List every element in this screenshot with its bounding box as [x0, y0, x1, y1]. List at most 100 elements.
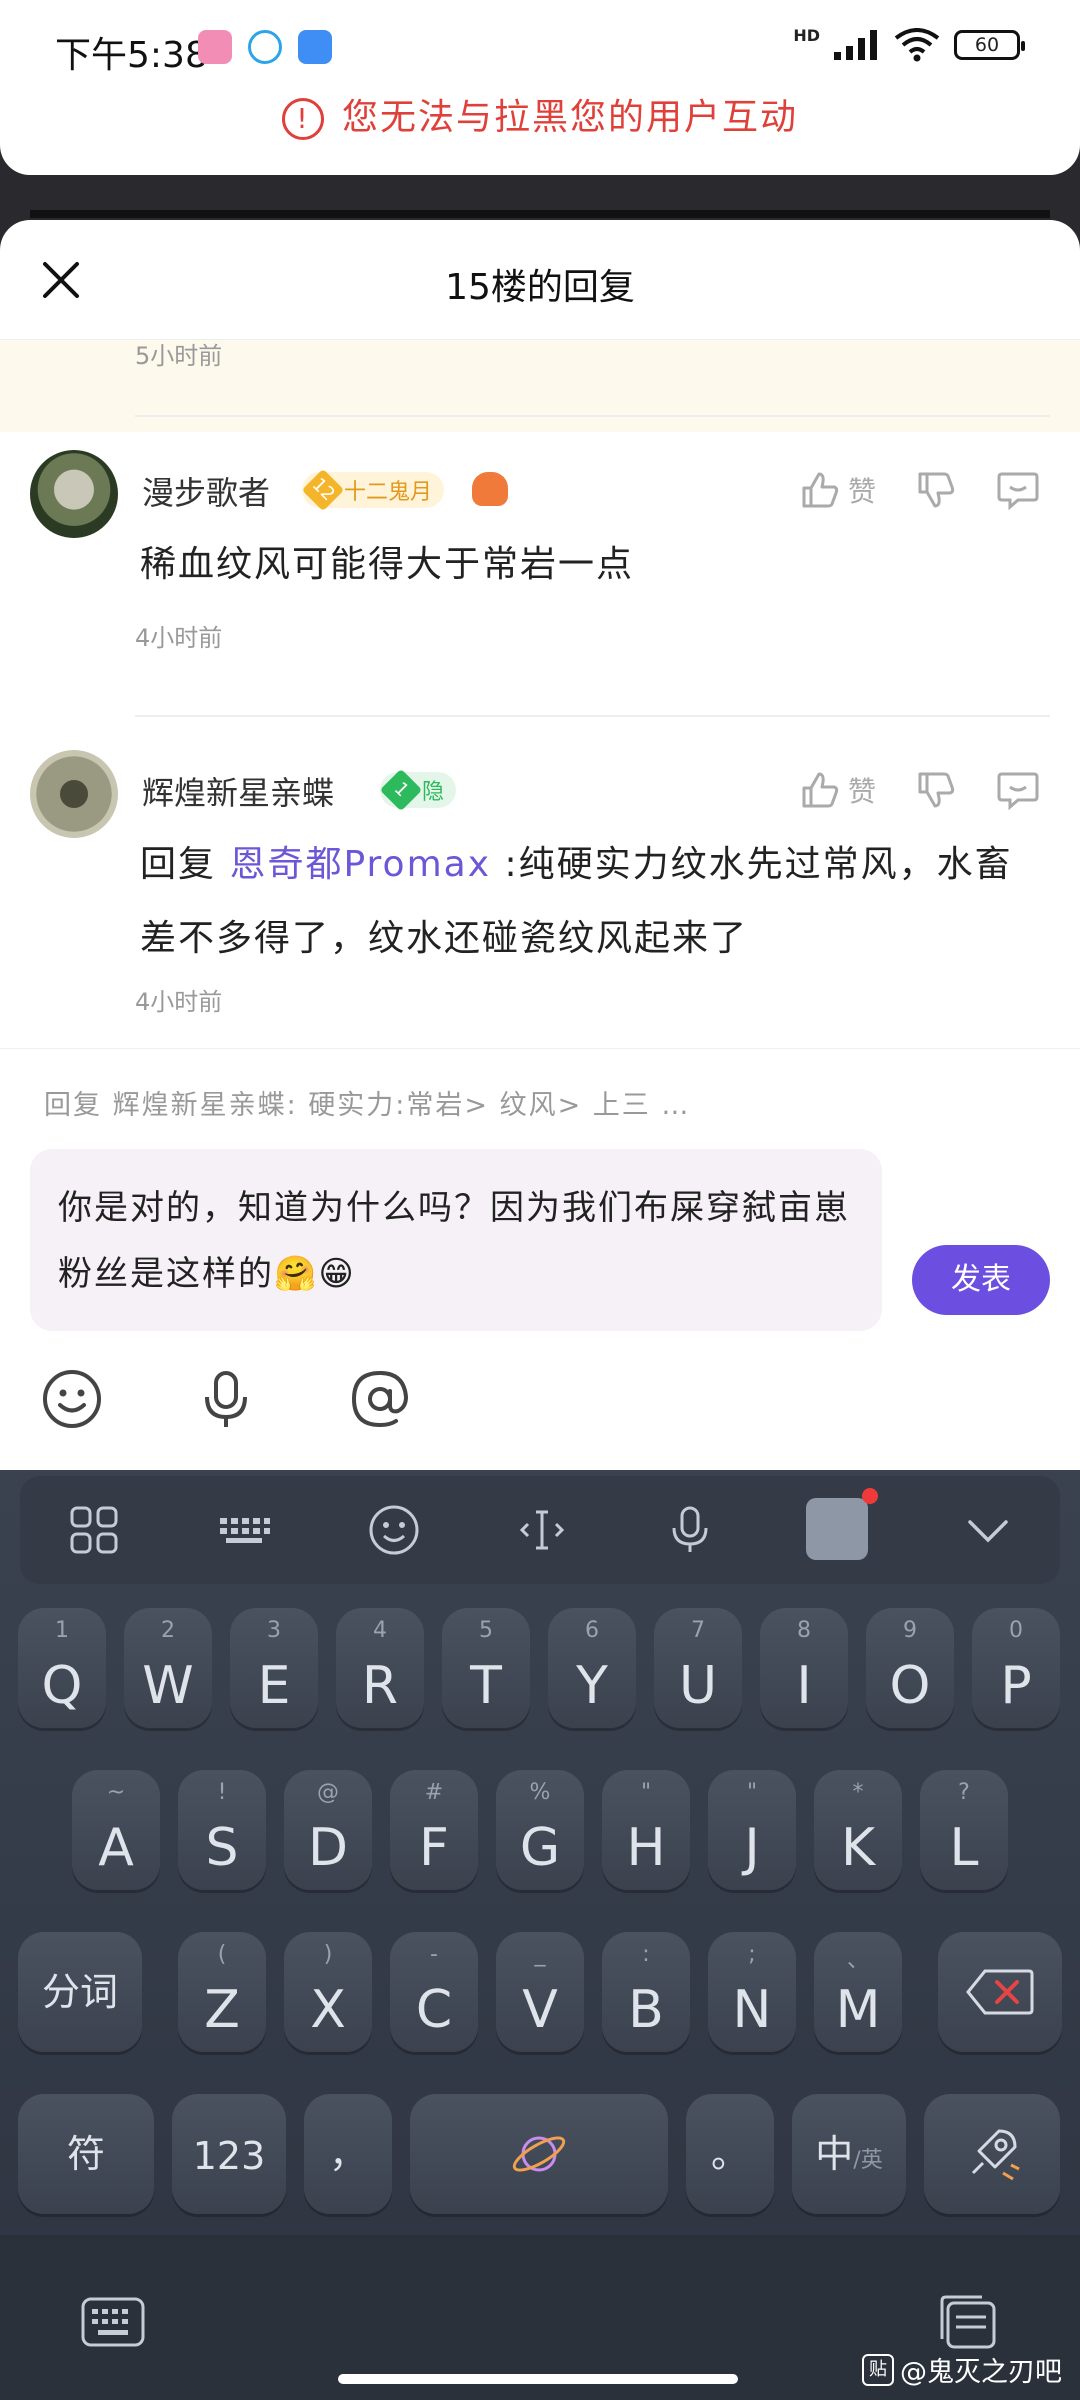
- key-v[interactable]: _ V: [496, 1932, 584, 2052]
- apps-grid-icon[interactable]: [66, 1502, 122, 1558]
- thumbs-up-icon: [802, 772, 839, 808]
- wifi-icon: [894, 28, 940, 62]
- keyboard-layout-icon[interactable]: [216, 1502, 272, 1558]
- key-s[interactable]: ! S: [178, 1770, 266, 1890]
- reply-prefix: 回复: [140, 844, 217, 885]
- like-label: 赞: [847, 475, 876, 508]
- at-mention-icon[interactable]: [348, 1367, 412, 1431]
- signal-icon: [834, 30, 877, 60]
- key-l[interactable]: ? L: [920, 1770, 1008, 1890]
- thumbs-down-icon[interactable]: [916, 470, 956, 510]
- level-number: 12: [301, 468, 345, 512]
- voice-input-icon[interactable]: [662, 1502, 718, 1558]
- key-k[interactable]: * K: [814, 1770, 902, 1890]
- reply-icon[interactable]: [996, 470, 1040, 510]
- avatar[interactable]: [30, 750, 118, 838]
- key-space[interactable]: [410, 2094, 668, 2214]
- key-r[interactable]: 4R: [336, 1608, 424, 1728]
- emoji-icon[interactable]: [366, 1502, 422, 1558]
- key-d[interactable]: @ D: [284, 1770, 372, 1890]
- key-w[interactable]: 2W: [124, 1608, 212, 1728]
- key-p[interactable]: 0P: [972, 1608, 1060, 1728]
- key-b[interactable]: :B: [602, 1932, 690, 2052]
- send-button[interactable]: 发表: [912, 1245, 1050, 1315]
- key-f[interactable]: # F: [390, 1770, 478, 1890]
- key-x[interactable]: ) X: [284, 1932, 372, 2052]
- reply-sheet: 15楼的回复 5小时前 漫步歌者 12 十二鬼月 赞 稀血纹风可能得大于常岩一点…: [0, 220, 1080, 1470]
- thumbs-down-icon[interactable]: [916, 770, 956, 810]
- key-comma[interactable]: ，: [304, 2094, 392, 2214]
- emoji-icon[interactable]: [40, 1367, 104, 1431]
- level-text: 十二鬼月: [344, 480, 433, 505]
- k-app-icon: [248, 30, 282, 64]
- keyboard-app-icon: [298, 30, 332, 64]
- divider: [135, 415, 1050, 417]
- home-indicator[interactable]: [338, 2374, 738, 2384]
- comment-actions: 赞: [800, 470, 1040, 510]
- key-q[interactable]: 1Q: [18, 1608, 106, 1728]
- key-m[interactable]: 、 M: [814, 1932, 902, 2052]
- like-button[interactable]: 赞: [800, 470, 876, 510]
- key-symbol[interactable]: 符: [18, 2094, 154, 2214]
- key-j[interactable]: " J: [708, 1770, 796, 1890]
- battery-icon: 60: [954, 30, 1025, 60]
- key-g[interactable]: % G: [496, 1770, 584, 1890]
- reply-composer: 回复 辉煌新星亲蝶: 硬实力:常岩> 纹风> 上三 … 你是对的，知道为什么吗？…: [0, 1048, 1080, 1468]
- comment-username[interactable]: 辉煌新星亲蝶: [142, 768, 334, 814]
- keyboard-toolbar: [20, 1476, 1060, 1584]
- key-period[interactable]: 。: [686, 2094, 774, 2214]
- divider: [135, 715, 1050, 717]
- key-e[interactable]: 3E: [230, 1608, 318, 1728]
- cursor-move-icon[interactable]: [514, 1502, 570, 1558]
- avatar[interactable]: [30, 450, 118, 538]
- comment-time: 4小时前: [135, 988, 223, 1016]
- level-badge: 1 隐: [379, 768, 457, 812]
- comment-username[interactable]: 漫步歌者: [142, 468, 270, 514]
- bilibili-app-icon: [198, 30, 232, 64]
- key-split-word[interactable]: 分词: [18, 1932, 142, 2052]
- block-warning: ! 您无法与拉黑您的用户互动: [0, 88, 1080, 140]
- reply-icon[interactable]: [996, 770, 1040, 810]
- warning-icon: !: [281, 98, 324, 140]
- chevron-down-icon[interactable]: [960, 1502, 1016, 1558]
- comment-time: 4小时前: [135, 624, 223, 652]
- sheet-title: 15楼的回复: [445, 267, 635, 308]
- reply-hint: 回复 辉煌新星亲蝶: 硬实力:常岩> 纹风> 上三 …: [44, 1090, 691, 1121]
- keyboard-switch-icon[interactable]: [80, 2295, 146, 2351]
- status-time: 下午5:38: [55, 35, 208, 76]
- key-backspace[interactable]: [938, 1932, 1062, 2052]
- microphone-icon[interactable]: [194, 1367, 258, 1431]
- key-h[interactable]: " H: [602, 1770, 690, 1890]
- key-enter[interactable]: [924, 2094, 1060, 2214]
- backspace-icon: [966, 1969, 1034, 2015]
- comment-text: 回复 恩奇都Promax :纯硬实力纹水先过常风，水畜差不多得了，纹水还碰瓷纹风…: [140, 828, 1040, 976]
- tieba-logo-icon: 贴: [862, 2353, 894, 2386]
- mention-link[interactable]: 恩奇都Promax: [229, 844, 491, 885]
- skin-box-icon[interactable]: [806, 1488, 878, 1560]
- like-button[interactable]: 赞: [800, 770, 876, 810]
- key-z[interactable]: (Z: [178, 1932, 266, 2052]
- sheet-header: 15楼的回复: [0, 220, 1080, 340]
- key-u[interactable]: 7U: [654, 1608, 742, 1728]
- reply-input[interactable]: 你是对的，知道为什么吗？因为我们布屎穿弑亩崽粉丝是这样的🤗😁: [30, 1149, 882, 1331]
- clipboard-icon[interactable]: [934, 2295, 1000, 2351]
- key-y[interactable]: 6Y: [548, 1608, 636, 1728]
- lungs-icon: [472, 472, 508, 506]
- key-n[interactable]: ; N: [708, 1932, 796, 2052]
- key-o[interactable]: 9O: [866, 1608, 954, 1728]
- level-badge: 12 十二鬼月: [301, 468, 445, 512]
- status-right: HD 60: [793, 25, 1025, 62]
- key-t[interactable]: 5T: [442, 1608, 530, 1728]
- key-a[interactable]: ~ A: [72, 1770, 160, 1890]
- keyboard: 1Q 2W 3E 4R 5T 6Y 7U 8I 9O 0P ~ A ! S @ D #…: [0, 1470, 1080, 2400]
- network-label: HD: [793, 25, 820, 45]
- comment-item: 辉煌新星亲蝶 1 隐 赞 回复 恩奇都Promax :纯硬实力纹水先过常风，水畜…: [0, 750, 1080, 1080]
- key-i[interactable]: 8I: [760, 1608, 848, 1728]
- comment-text: 稀血纹风可能得大于常岩一点: [140, 544, 635, 585]
- key-number[interactable]: 123: [172, 2094, 286, 2214]
- level-number: 1: [379, 768, 423, 812]
- key-c[interactable]: -C: [390, 1932, 478, 2052]
- like-label: 赞: [847, 775, 876, 808]
- key-lang-switch[interactable]: 中/英: [792, 2094, 906, 2214]
- watermark-text: @鬼灭之刃吧: [900, 2357, 1062, 2388]
